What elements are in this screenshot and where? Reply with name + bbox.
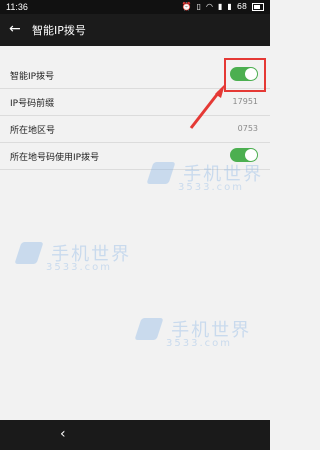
- area-code-value: 0753: [237, 124, 258, 133]
- watermark: 手机世界 3533.com: [134, 316, 251, 349]
- setting-label: 所在地号码使用IP拨号: [10, 153, 100, 163]
- battery-level: 68: [236, 2, 247, 11]
- watermark-logo: [146, 162, 176, 184]
- signal-icon: ▮: [218, 2, 223, 11]
- nav-back-icon[interactable]: ‹: [60, 426, 66, 442]
- status-bar: 11:36 ⏰ ▯ ◠ ▮ ▮ 68: [0, 0, 270, 14]
- alarm-icon: ⏰: [181, 2, 192, 11]
- vibrate-icon: ▯: [196, 2, 202, 11]
- ip-prefix-value: 17951: [232, 97, 258, 106]
- watermark-logo: [134, 318, 164, 340]
- setting-label: IP号码前缀: [10, 99, 55, 109]
- watermark: 手机世界 3533.com: [146, 160, 263, 193]
- app-bar: ← 智能IP拨号: [0, 14, 270, 46]
- navigation-bar: ‹: [0, 420, 270, 450]
- signal-icon-2: ▮: [227, 2, 232, 11]
- page-title: 智能IP拨号: [32, 24, 86, 37]
- back-icon[interactable]: ←: [9, 21, 25, 37]
- watermark: 手机世界 3533.com: [14, 240, 131, 273]
- setting-label: 智能IP拨号: [10, 72, 55, 82]
- battery-icon: [252, 3, 264, 11]
- wifi-icon: ◠: [206, 2, 213, 11]
- watermark-logo: [14, 242, 44, 264]
- arrow-annotation: [189, 84, 225, 129]
- status-icons: ⏰ ▯ ◠ ▮ ▮ 68: [182, 2, 264, 12]
- setting-label: 所在地区号: [10, 126, 56, 136]
- status-time: 11:36: [6, 2, 28, 12]
